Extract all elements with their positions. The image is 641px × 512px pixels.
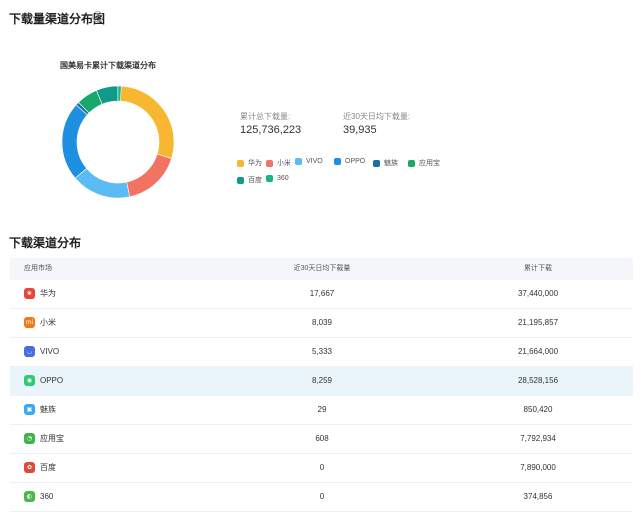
column-header-total: 累计下载 [524,265,552,272]
legend-label: 华为 [248,160,262,167]
total-downloads: 850,420 [523,405,553,414]
donut-slice-OPPO[interactable] [61,104,88,179]
meizu-icon: ▣ [24,404,35,415]
market-name: 360 [40,492,54,501]
legend-label: OPPO [345,158,366,165]
daily-downloads: 29 [317,405,327,414]
page-title: 下载量渠道分布图 [9,12,106,26]
table-row[interactable]: ❀ 华为 17,667 37,440,000 [10,280,633,309]
yingyongbao-icon: ◔ [24,433,35,444]
donut-slice-360[interactable] [117,85,122,102]
market-name: OPPO [40,376,64,385]
market-name: 百度 [40,463,56,472]
daily-downloads: 8,039 [311,318,333,327]
total-downloads: 7,890,000 [520,463,556,472]
legend-item-OPPO[interactable]: OPPO [334,158,365,165]
legend-item-华为[interactable]: 华为 [237,158,262,168]
market-name: 应用宝 [40,434,64,443]
legend-label: 应用宝 [419,160,440,167]
legend-item-百度[interactable]: 百度 [237,175,262,185]
donut-chart [61,85,175,199]
legend-swatch [266,175,273,182]
total-downloads: 21,664,000 [517,347,559,356]
total-downloads: 21,195,857 [517,318,559,327]
total-downloads: 374,856 [523,492,553,501]
channel-table: 应用市场 近30天日均下载量 累计下载 ❀ 华为 17,667 37,440,000 m… [10,258,633,512]
huawei-icon: ❀ [24,288,35,299]
daily-downloads: 0 [319,463,325,472]
legend-label: 百度 [248,177,262,184]
donut-slice-小米[interactable] [126,153,172,198]
legend-item-360[interactable]: 360 [266,175,289,182]
total-downloads: 28,528,156 [517,376,559,385]
legend-label: 360 [277,175,289,182]
daily-downloads: 5,333 [311,347,333,356]
market-name: 华为 [40,289,56,298]
oppo-icon: ◉ [24,375,35,386]
daily-downloads: 17,667 [309,289,335,298]
total-downloads: 37,440,000 [517,289,559,298]
baidu-icon: ✿ [24,462,35,473]
table-header: 应用市场 近30天日均下载量 累计下载 [10,258,633,280]
table-row[interactable]: ◡ VIVO 5,333 21,664,000 [10,338,633,367]
xiaomi-icon: mi [24,317,35,328]
legend-item-魅族[interactable]: 魅族 [373,158,398,168]
table-body: ❀ 华为 17,667 37,440,000 mi 小米 8,039 21,195,857 ◡ V… [10,280,633,512]
legend-swatch [237,176,244,184]
daily-downloads: 0 [319,492,325,501]
avg-downloads-label: 近30天日均下载量: [343,112,411,121]
daily-downloads: 8,259 [311,376,333,385]
legend-item-小米[interactable]: 小米 [266,158,291,168]
legend-swatch [408,159,415,167]
column-header-daily: 近30天日均下载量 [293,265,351,272]
total-downloads: 7,792,934 [520,434,556,443]
legend-item-应用宝[interactable]: 应用宝 [408,158,440,168]
total-downloads-value: 125,736,223 [240,124,302,136]
market-name: 小米 [40,318,56,327]
donut-slice-VIVO[interactable] [74,167,131,199]
table-row[interactable]: ◉ OPPO 8,259 28,528,156 [10,367,633,396]
legend-swatch [295,158,302,165]
table-row[interactable]: ✿ 百度 0 7,890,000 [10,454,633,483]
avg-downloads-value: 39,935 [343,124,377,136]
column-header-market: 应用市场 [24,265,52,272]
vivo-icon: ◡ [24,346,35,357]
legend-label: 小米 [277,160,291,167]
total-downloads-label: 累计总下载量: [240,112,291,121]
market-name: 魅族 [40,405,56,414]
market-name: VIVO [40,347,60,356]
legend-item-VIVO[interactable]: VIVO [295,158,323,165]
chart-title: 国美易卡累计下载渠道分布 [60,61,156,70]
legend-label: 魅族 [384,160,398,167]
table-title: 下载渠道分布 [9,236,82,250]
donut-slice-华为[interactable] [117,85,175,159]
table-row[interactable]: ◔ 应用宝 608 7,792,934 [10,425,633,454]
legend-swatch [334,158,341,165]
daily-downloads: 608 [315,434,329,443]
legend-swatch [266,159,273,167]
legend-swatch [373,159,380,167]
table-row[interactable]: ▣ 魅族 29 850,420 [10,396,633,425]
table-row[interactable]: mi 小米 8,039 21,195,857 [10,309,633,338]
legend-label: VIVO [306,158,323,165]
360-icon: ◐ [24,491,35,502]
table-row[interactable]: ◐ 360 0 374,856 [10,483,633,512]
legend-swatch [237,159,244,167]
help-icon[interactable]: ? [92,11,103,22]
